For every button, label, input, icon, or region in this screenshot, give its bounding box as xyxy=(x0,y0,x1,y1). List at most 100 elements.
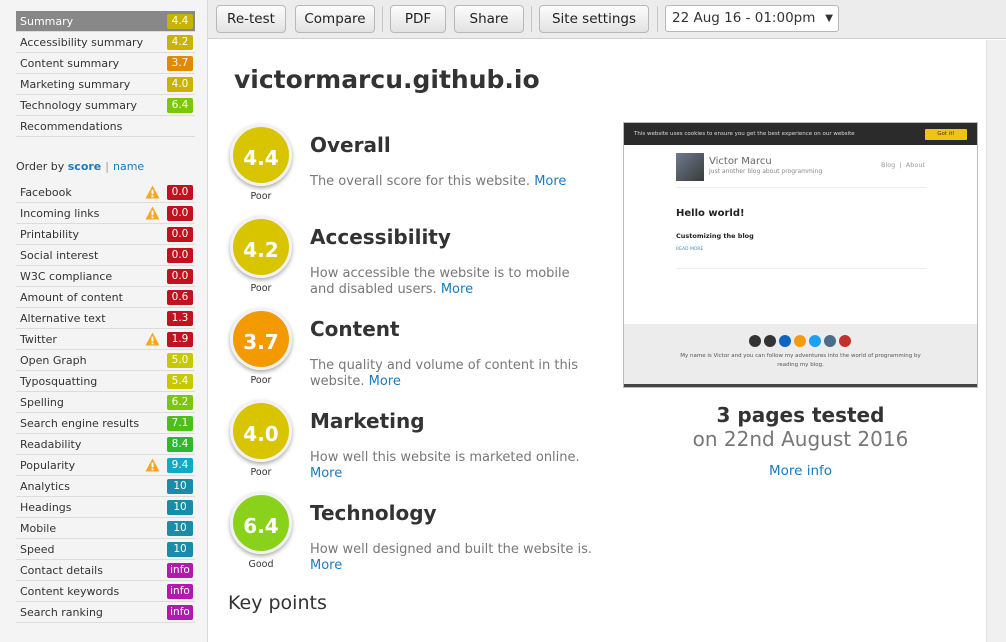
section-description: The quality and volume of content in thi… xyxy=(310,358,592,390)
linkedin-icon xyxy=(779,335,791,347)
report-date-select[interactable]: 22 Aug 16 - 01:00pm ▼ xyxy=(665,5,839,32)
metric-label: Social interest xyxy=(20,249,99,262)
preview-divider xyxy=(676,187,926,188)
score-badge: 4.2 xyxy=(167,35,193,50)
sidebar-item-label: Accessibility summary xyxy=(20,36,144,49)
more-link[interactable]: More xyxy=(534,174,566,189)
retest-button[interactable]: Re-test xyxy=(216,5,286,33)
metric-item[interactable]: Content keywords info xyxy=(16,581,195,602)
metric-item[interactable]: Readability 8.4 xyxy=(16,434,195,455)
metric-item[interactable]: Spelling 6.2 xyxy=(16,392,195,413)
toolbar-divider xyxy=(531,6,532,32)
metric-item[interactable]: Printability 0.0 xyxy=(16,224,195,245)
metric-item[interactable]: Contact details info xyxy=(16,560,195,581)
score-grade: Poor xyxy=(250,375,272,386)
metric-item[interactable]: Popularity 9.4 xyxy=(16,455,195,476)
sidebar-item[interactable]: Content summary 3.7 xyxy=(16,53,195,74)
preview-social-icons xyxy=(749,332,854,347)
preview-nav-about: About xyxy=(905,161,925,169)
preview-cookie-bar: This website uses cookies to ensure you … xyxy=(624,123,977,145)
metric-label: Search ranking xyxy=(20,606,103,619)
section-title: Overall xyxy=(310,133,391,157)
order-by: Order by score | name xyxy=(16,160,144,173)
metric-badge: 0.0 xyxy=(167,248,193,263)
order-by-name-link[interactable]: name xyxy=(113,160,144,173)
metric-item[interactable]: Search engine results 7.1 xyxy=(16,413,195,434)
pages-tested: 3 pages tested xyxy=(716,403,885,427)
metric-label: Printability xyxy=(20,228,80,241)
youtube-icon xyxy=(839,335,851,347)
more-link[interactable]: More xyxy=(369,374,401,389)
score-badge: 4.4 xyxy=(167,14,193,29)
preview-site-name: Victor Marcu xyxy=(709,156,772,167)
chevron-down-icon: ▼ xyxy=(825,13,833,24)
warning-icon xyxy=(145,206,160,220)
section-title: Accessibility xyxy=(310,225,451,249)
metric-item[interactable]: Analytics 10 xyxy=(16,476,195,497)
site-preview-thumbnail[interactable]: This website uses cookies to ensure you … xyxy=(623,122,978,388)
sidebar-item-label: Technology summary xyxy=(20,99,138,112)
metric-item[interactable]: Amount of content 0.6 xyxy=(16,287,195,308)
more-info-link[interactable]: More info xyxy=(623,463,978,479)
metric-badge: 10 xyxy=(167,500,193,515)
metric-label: Alternative text xyxy=(20,312,106,325)
metric-item[interactable]: Social interest 0.0 xyxy=(16,245,195,266)
summary-nav: Summary 4.4 Accessibility summary 4.2 Conten… xyxy=(16,11,195,137)
metric-badge: 0.0 xyxy=(167,206,193,221)
main-content: victormarcu.github.io 4.4 Poor Overall The … xyxy=(208,40,1006,642)
metric-badge: 10 xyxy=(167,542,193,557)
compare-button[interactable]: Compare xyxy=(295,5,375,33)
github-icon xyxy=(764,335,776,347)
sidebar-item[interactable]: Technology summary 6.4 xyxy=(16,95,195,116)
metric-badge: 8.4 xyxy=(167,437,193,452)
key-points-heading: Key points xyxy=(228,592,327,614)
metric-badge: info xyxy=(167,563,193,578)
metric-label: Contact details xyxy=(20,564,103,577)
metric-item[interactable]: Typosquatting 5.4 xyxy=(16,371,195,392)
metric-item[interactable]: W3C compliance 0.0 xyxy=(16,266,195,287)
metric-label: Open Graph xyxy=(20,354,87,367)
metric-badge: 5.0 xyxy=(167,353,193,368)
sidebar-item[interactable]: Accessibility summary 4.2 xyxy=(16,32,195,53)
metric-badge: 7.1 xyxy=(167,416,193,431)
mail-icon xyxy=(749,335,761,347)
sidebar-item[interactable]: Summary 4.4 xyxy=(16,11,195,32)
sidebar-item[interactable]: Recommendations xyxy=(16,116,195,137)
more-link[interactable]: More xyxy=(310,558,342,573)
toolbar-divider xyxy=(657,6,658,32)
twitter-icon xyxy=(809,335,821,347)
metric-item[interactable]: Alternative text 1.3 xyxy=(16,308,195,329)
metric-item[interactable]: Incoming links 0.0 xyxy=(16,203,195,224)
metric-item[interactable]: Twitter 1.9 xyxy=(16,329,195,350)
metric-item[interactable]: Open Graph 5.0 xyxy=(16,350,195,371)
preview-cookie-text: This website uses cookies to ensure you … xyxy=(634,131,855,137)
metric-item[interactable]: Headings 10 xyxy=(16,497,195,518)
score-grade: Poor xyxy=(250,283,272,294)
metric-item[interactable]: Speed 10 xyxy=(16,539,195,560)
sidebar-item[interactable]: Marketing summary 4.0 xyxy=(16,74,195,95)
warning-icon xyxy=(145,458,160,472)
more-link[interactable]: More xyxy=(441,282,473,297)
site-settings-button[interactable]: Site settings xyxy=(539,5,649,33)
metric-badge: 0.0 xyxy=(167,185,193,200)
more-link[interactable]: More xyxy=(310,466,342,481)
metric-badge: info xyxy=(167,605,193,620)
metric-badge: 1.3 xyxy=(167,311,193,326)
metric-badge: 1.9 xyxy=(167,332,193,347)
share-button[interactable]: Share xyxy=(454,5,524,33)
metric-item[interactable]: Facebook 0.0 xyxy=(16,182,195,203)
scrollbar[interactable] xyxy=(986,40,1006,642)
metric-item[interactable]: Mobile 10 xyxy=(16,518,195,539)
metric-item[interactable]: Search ranking info xyxy=(16,602,195,623)
pdf-button[interactable]: PDF xyxy=(390,5,446,33)
metric-label: Spelling xyxy=(20,396,64,409)
section-description-text: How accessible the website is to mobile … xyxy=(310,266,570,297)
section-description: How accessible the website is to mobile … xyxy=(310,266,592,298)
score-circle: 4.0 xyxy=(230,400,292,462)
rss-icon xyxy=(794,335,806,347)
score-circle: 6.4 xyxy=(230,492,292,554)
metric-label: Readability xyxy=(20,438,82,451)
metric-badge: info xyxy=(167,584,193,599)
preview-post-subtitle: Customizing the blog xyxy=(676,232,754,240)
order-by-score-link[interactable]: score xyxy=(68,160,102,173)
